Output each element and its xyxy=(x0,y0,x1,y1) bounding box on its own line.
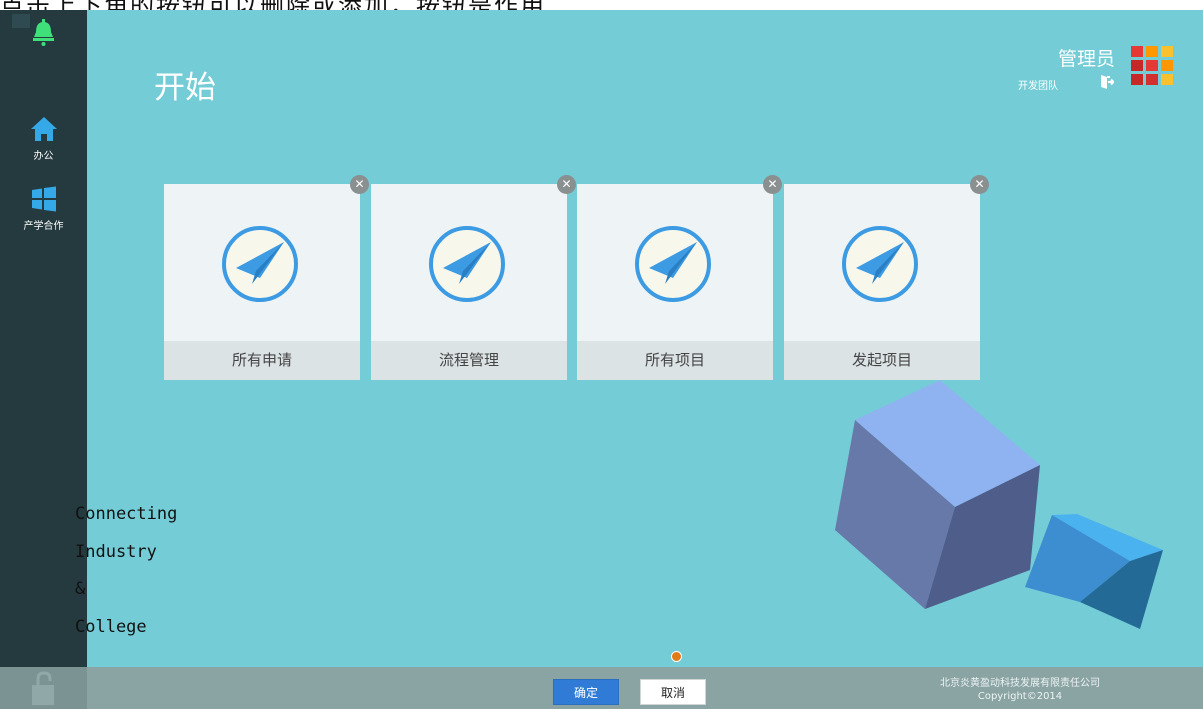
lock-area[interactable] xyxy=(0,667,87,709)
apps-grid-cell xyxy=(1131,60,1143,71)
paper-plane-icon xyxy=(842,226,918,302)
tile-all-applications[interactable]: 所有申请 ✕ xyxy=(164,175,369,380)
sidebar-item-cooperation[interactable]: 产学合作 xyxy=(0,186,87,232)
company-info: 北京炎黄盈动科技发展有限责任公司 Copyright©2014 xyxy=(870,677,1170,703)
apps-grid-cell xyxy=(1146,74,1158,85)
bell-icon xyxy=(12,14,54,46)
tile-start-project[interactable]: 发起项目 ✕ xyxy=(784,175,989,380)
slogan-line: Connecting xyxy=(75,504,178,524)
paper-plane-icon xyxy=(222,226,298,302)
apps-grid-cell xyxy=(1131,46,1143,57)
home-icon xyxy=(30,117,57,141)
top-caption-strip: 点击上下角的按钮可以删除或添加，按钮是作用 xyxy=(0,0,1203,10)
user-team: 开发团队 xyxy=(1018,81,1058,92)
lock-icon xyxy=(32,671,54,705)
apps-grid-cell xyxy=(1161,60,1173,71)
sidebar-item-label: 办公 xyxy=(33,151,54,162)
apps-grid-cell xyxy=(1161,74,1173,85)
close-icon[interactable]: ✕ xyxy=(350,175,369,194)
footer-bar: 确定 取消 北京炎黄盈动科技发展有限责任公司 Copyright©2014 xyxy=(0,667,1203,709)
tile-all-projects[interactable]: 所有项目 ✕ xyxy=(577,175,782,380)
tile-label: 所有申请 xyxy=(164,341,360,380)
close-icon[interactable]: ✕ xyxy=(557,175,576,194)
apps-grid-cell xyxy=(1161,46,1173,57)
apps-grid-icon[interactable] xyxy=(1131,46,1173,85)
tile-process-management[interactable]: 流程管理 ✕ xyxy=(371,175,576,380)
company-name: 北京炎黄盈动科技发展有限责任公司 xyxy=(940,678,1100,689)
sidebar-item-notifications[interactable] xyxy=(0,10,87,51)
slogan-line: & xyxy=(75,579,86,599)
paper-plane-icon xyxy=(429,226,505,302)
top-caption-text: 点击上下角的按钮可以删除或添加，按钮是作用 xyxy=(0,0,546,10)
slogan: Connecting Industry & College xyxy=(75,501,177,651)
page-title: 开始 xyxy=(154,70,216,106)
tile-label: 所有项目 xyxy=(577,341,773,380)
cancel-button[interactable]: 取消 xyxy=(640,679,706,705)
exit-icon[interactable] xyxy=(1100,74,1115,94)
copyright: Copyright©2014 xyxy=(977,691,1063,702)
page-indicator-dot[interactable] xyxy=(671,651,682,662)
windows-icon xyxy=(31,186,56,212)
sidebar-item-office[interactable]: 办公 xyxy=(0,116,87,162)
confirm-button[interactable]: 确定 xyxy=(553,679,619,705)
paper-plane-icon xyxy=(635,226,711,302)
slogan-line: College xyxy=(75,616,147,637)
sidebar: 办公 产学合作 xyxy=(0,10,87,667)
tile-label: 发起项目 xyxy=(784,341,980,380)
tile-label: 流程管理 xyxy=(371,341,567,380)
close-icon[interactable]: ✕ xyxy=(763,175,782,194)
close-icon[interactable]: ✕ xyxy=(970,175,989,194)
user-name: 管理员 xyxy=(1057,48,1115,70)
slogan-line: Industry xyxy=(75,541,157,562)
apps-grid-cell xyxy=(1146,46,1158,57)
apps-grid-cell xyxy=(1131,74,1143,85)
app-window: 办公 产学合作 开始 管理员 开发团队 所有申请 ✕ 流程管理 ✕ 所有项目 ✕… xyxy=(0,10,1203,709)
decorative-cubes xyxy=(835,380,1163,629)
sidebar-item-label: 产学合作 xyxy=(23,221,64,232)
apps-grid-cell xyxy=(1146,60,1158,71)
